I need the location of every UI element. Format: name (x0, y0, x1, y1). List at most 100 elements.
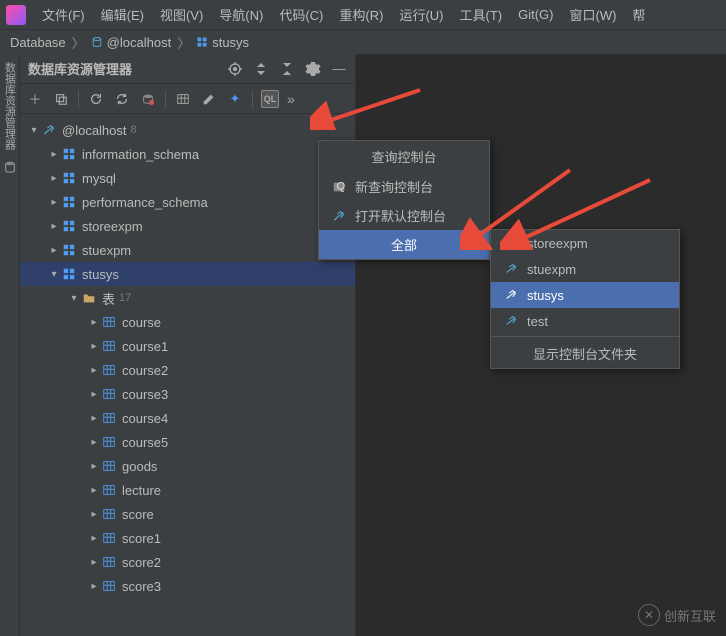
context-all[interactable]: 全部 ▸ (319, 230, 489, 259)
menu-window[interactable]: 窗口(W) (561, 1, 624, 28)
tree-table-node[interactable]: course (20, 310, 355, 334)
context-open-default[interactable]: 打开默认控制台 (319, 201, 489, 230)
tree-schema-node[interactable]: storeexpm (20, 214, 355, 238)
tree-tables-count: 17 (119, 292, 131, 304)
database-icon (91, 36, 103, 48)
stop-icon[interactable] (139, 90, 157, 108)
breadcrumb-schema[interactable]: stusys (196, 35, 249, 50)
breadcrumb-database[interactable]: Database (10, 35, 66, 50)
expand-arrow-icon[interactable] (88, 581, 100, 592)
connection-icon (503, 235, 519, 251)
folder-icon (80, 290, 98, 306)
submenu-item[interactable]: test (491, 308, 679, 334)
tree-schema-node[interactable]: performance_schema (20, 190, 355, 214)
expand-arrow-icon[interactable] (88, 461, 100, 472)
app-icon (6, 5, 26, 25)
context-new-console-label: 新查询控制台 (355, 177, 433, 196)
table-icon (100, 506, 118, 522)
menu-edit[interactable]: 编辑(E) (93, 1, 152, 28)
breadcrumb-host[interactable]: @localhost (91, 35, 172, 50)
submenu-item-label: stusys (527, 288, 564, 303)
tree-table-node[interactable]: score2 (20, 550, 355, 574)
expand-arrow-icon[interactable] (88, 485, 100, 496)
console-all-submenu: storeexpm stuexpm stusys test 显示控制台文件夹 (490, 229, 680, 369)
table-icon (100, 578, 118, 594)
submenu-item-selected[interactable]: stusys (491, 282, 679, 308)
chevron-right-icon: 〉 (177, 33, 190, 52)
tree-tables-folder[interactable]: 表17 (20, 286, 355, 310)
expand-arrow-icon[interactable] (48, 149, 60, 160)
schema-icon (60, 218, 78, 234)
panel-title: 数据库资源管理器 (28, 59, 132, 78)
sync-icon[interactable] (113, 90, 131, 108)
expand-arrow-icon[interactable] (88, 557, 100, 568)
tree-table-label: course3 (122, 387, 168, 402)
console-icon[interactable]: QL (261, 90, 279, 108)
tree-table-node[interactable]: score (20, 502, 355, 526)
tree-schema-node[interactable]: mysql (20, 166, 355, 190)
duplicate-icon[interactable] (52, 90, 70, 108)
expand-arrow-icon[interactable] (88, 341, 100, 352)
table-icon (100, 386, 118, 402)
edit-icon[interactable] (200, 90, 218, 108)
expand-arrow-icon[interactable] (88, 365, 100, 376)
connection-icon (503, 313, 519, 329)
tree-table-node[interactable]: course1 (20, 334, 355, 358)
tree-table-node[interactable]: goods (20, 454, 355, 478)
gear-icon[interactable] (305, 61, 321, 77)
overflow-chevron-icon[interactable]: » (287, 91, 295, 107)
tree-table-node[interactable]: course5 (20, 430, 355, 454)
menu-git[interactable]: Git(G) (510, 3, 561, 26)
connection-icon (40, 122, 58, 138)
tree-table-node[interactable]: score3 (20, 574, 355, 598)
gutter-label[interactable]: 数据库资源管理器 (2, 62, 18, 150)
menu-view[interactable]: 视图(V) (152, 1, 211, 28)
tree-schema-node[interactable]: stuexpm (20, 238, 355, 262)
expand-arrow-icon[interactable] (48, 197, 60, 208)
expand-arrow-icon[interactable] (48, 221, 60, 232)
expand-arrow-icon[interactable] (48, 173, 60, 184)
tree-table-node[interactable]: course3 (20, 382, 355, 406)
submenu-item[interactable]: storeexpm (491, 230, 679, 256)
add-icon[interactable]: ＋ (26, 90, 44, 108)
menu-help[interactable]: 帮 (624, 1, 653, 28)
refresh-icon[interactable] (87, 90, 105, 108)
expand-arrow-icon[interactable] (88, 317, 100, 328)
tree-table-node[interactable]: course4 (20, 406, 355, 430)
main-menu-bar: 文件(F) 编辑(E) 视图(V) 导航(N) 代码(C) 重构(R) 运行(U… (0, 0, 726, 30)
database-stack-icon[interactable] (3, 160, 17, 174)
expand-all-icon[interactable] (253, 61, 269, 77)
tree-table-node[interactable]: lecture (20, 478, 355, 502)
table-view-icon[interactable] (174, 90, 192, 108)
menu-file[interactable]: 文件(F) (34, 1, 93, 28)
collapse-all-icon[interactable] (279, 61, 295, 77)
menu-tools[interactable]: 工具(T) (451, 1, 510, 28)
menu-refactor[interactable]: 重构(R) (331, 1, 391, 28)
tree-schema-node-selected[interactable]: stusys (20, 262, 355, 286)
breadcrumb-schema-label: stusys (212, 35, 249, 50)
expand-arrow-icon[interactable] (88, 389, 100, 400)
expand-arrow-icon[interactable] (88, 437, 100, 448)
submenu-item[interactable]: stuexpm (491, 256, 679, 282)
submenu-show-folder[interactable]: 显示控制台文件夹 (491, 339, 679, 368)
tree-table-node[interactable]: course2 (20, 358, 355, 382)
expand-arrow-icon[interactable] (48, 269, 60, 280)
table-icon (100, 410, 118, 426)
menu-code[interactable]: 代码(C) (271, 1, 331, 28)
expand-arrow-icon[interactable] (88, 533, 100, 544)
tree-schema-node[interactable]: information_schema (20, 142, 355, 166)
menu-navigate[interactable]: 导航(N) (211, 1, 271, 28)
context-new-console[interactable]: QL 新查询控制台 (319, 172, 489, 201)
target-icon[interactable] (227, 61, 243, 77)
expand-arrow-icon[interactable] (28, 125, 40, 136)
chevron-right-icon: ▸ (474, 237, 481, 253)
tree-host-node[interactable]: @localhost 8 (20, 118, 355, 142)
tree-table-node[interactable]: score1 (20, 526, 355, 550)
expand-arrow-icon[interactable] (88, 413, 100, 424)
expand-arrow-icon[interactable] (68, 293, 80, 304)
minimize-icon[interactable]: — (331, 61, 347, 77)
wizard-icon[interactable]: ✦ (226, 90, 244, 108)
menu-run[interactable]: 运行(U) (391, 1, 451, 28)
expand-arrow-icon[interactable] (48, 245, 60, 256)
expand-arrow-icon[interactable] (88, 509, 100, 520)
